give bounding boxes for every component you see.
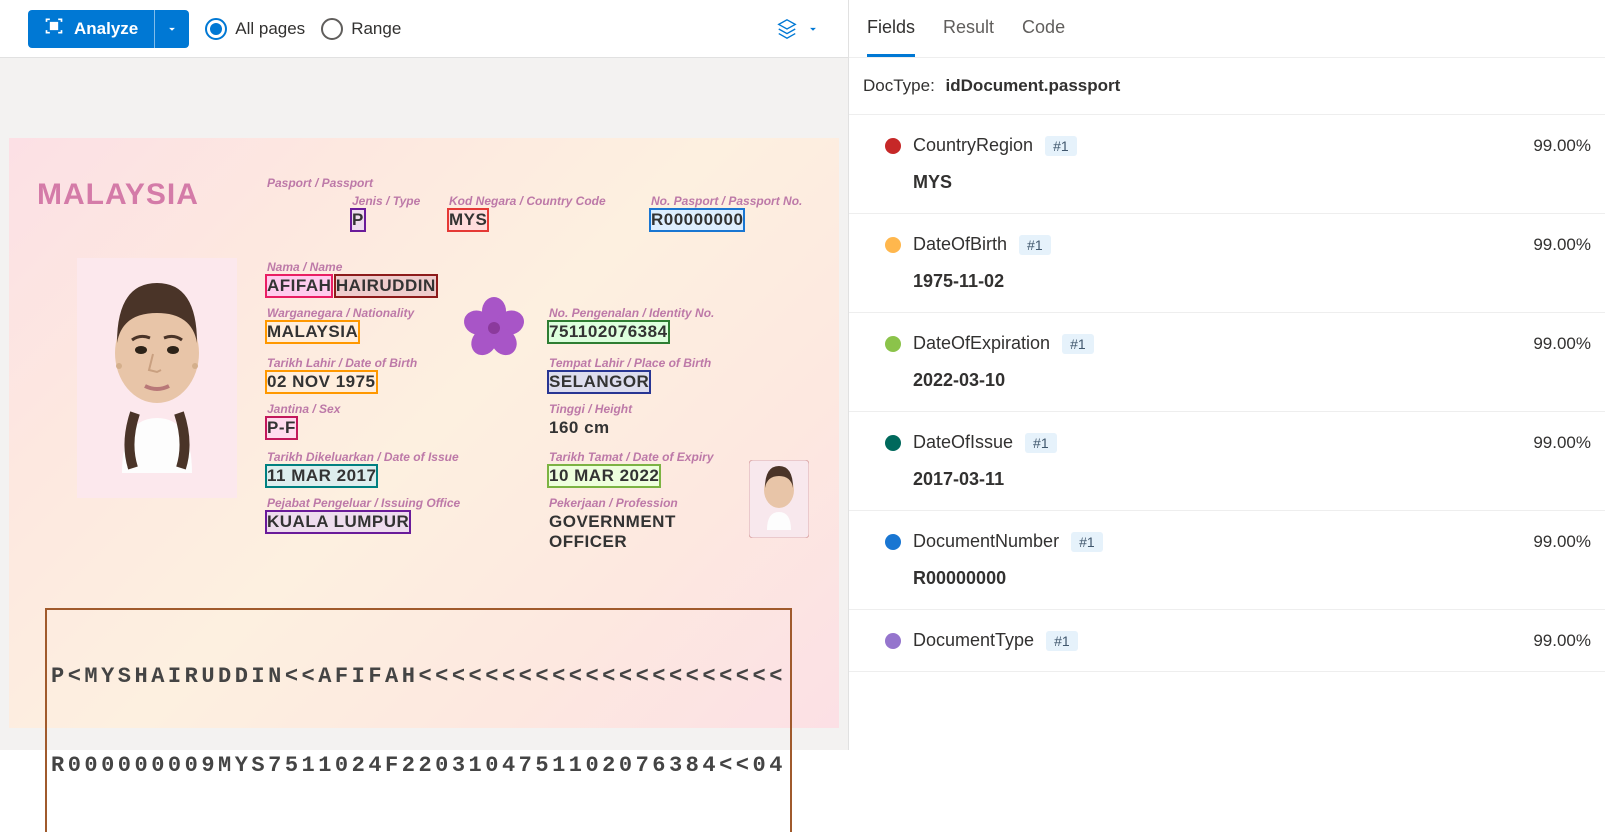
document-area[interactable]: MALAYSIA Pasport / Passport Jenis / Type… (0, 58, 848, 750)
passport-document[interactable]: MALAYSIA Pasport / Passport Jenis / Type… (9, 138, 839, 728)
tabs: Fields Result Code (849, 0, 1605, 58)
field-color-dot (885, 138, 901, 154)
ghost-photo (749, 460, 809, 538)
field-value: 2022-03-10 (913, 370, 1591, 391)
doc-type-value: idDocument.passport (946, 76, 1121, 95)
analyze-dropdown[interactable] (154, 10, 189, 48)
field-name: DocumentType (913, 630, 1034, 651)
field-color-dot (885, 237, 901, 253)
field-confidence: 99.00% (1533, 433, 1591, 453)
field-color-dot (885, 435, 901, 451)
field-name: DocumentNumber (913, 531, 1059, 552)
analyze-label: Analyze (74, 19, 138, 39)
fields-list[interactable]: CountryRegion #1 99.00% MYS DateOfBirth #1 99.… (849, 115, 1605, 750)
radio-icon (321, 18, 343, 40)
field-name: CountryRegion (913, 135, 1033, 156)
field-confidence: 99.00% (1533, 532, 1591, 552)
field-confidence: 99.00% (1533, 334, 1591, 354)
field-value: R00000000 (913, 568, 1591, 589)
layers-icon (776, 18, 798, 40)
field-badge: #1 (1025, 433, 1057, 453)
field-name: DateOfBirth (913, 234, 1007, 255)
field-item[interactable]: DateOfBirth #1 99.00% 1975-11-02 (849, 214, 1605, 313)
layers-dropdown[interactable] (776, 18, 820, 40)
hibiscus-icon (459, 293, 529, 363)
field-item[interactable]: DateOfIssue #1 99.00% 2017-03-11 (849, 412, 1605, 511)
field-color-dot (885, 633, 901, 649)
field-badge: #1 (1019, 235, 1051, 255)
field-color-dot (885, 336, 901, 352)
field-confidence: 99.00% (1533, 631, 1591, 651)
analyze-icon (44, 16, 64, 41)
document-viewer-panel: Analyze All pages Range MALAYSIA (0, 0, 849, 750)
doc-type-row: DocType: idDocument.passport (849, 58, 1605, 115)
tab-code[interactable]: Code (1022, 0, 1065, 57)
mrz-zone[interactable]: P<MYSHAIRUDDIN<<AFIFAH<<<<<<<<<<<<<<<<<<… (47, 610, 790, 832)
analyze-button[interactable]: Analyze (28, 10, 189, 48)
field-confidence: 99.00% (1533, 235, 1591, 255)
tab-fields[interactable]: Fields (867, 0, 915, 57)
radio-label-range: Range (351, 19, 401, 39)
field-value: 1975-11-02 (913, 271, 1591, 292)
radio-range[interactable]: Range (321, 18, 401, 40)
radio-label-all: All pages (235, 19, 305, 39)
doc-type-label: DocType: (863, 76, 935, 95)
radio-all-pages[interactable]: All pages (205, 18, 305, 40)
field-badge: #1 (1046, 631, 1078, 651)
field-name: DateOfIssue (913, 432, 1013, 453)
field-item[interactable]: DocumentType #1 99.00% (849, 610, 1605, 672)
passport-title: MALAYSIA (37, 178, 199, 212)
field-badge: #1 (1045, 136, 1077, 156)
field-value: 2017-03-11 (913, 469, 1591, 490)
passport-photo (77, 258, 237, 498)
field-value: MYS (913, 172, 1591, 193)
field-item[interactable]: DocumentNumber #1 99.00% R00000000 (849, 511, 1605, 610)
tab-result[interactable]: Result (943, 0, 994, 57)
chevron-down-icon (165, 22, 179, 36)
field-badge: #1 (1071, 532, 1103, 552)
field-item[interactable]: CountryRegion #1 99.00% MYS (849, 115, 1605, 214)
chevron-down-icon (806, 22, 820, 36)
results-panel: Fields Result Code DocType: idDocument.p… (849, 0, 1605, 750)
toolbar: Analyze All pages Range (0, 0, 848, 58)
field-color-dot (885, 534, 901, 550)
analyze-main[interactable]: Analyze (28, 16, 154, 41)
field-confidence: 99.00% (1533, 136, 1591, 156)
field-badge: #1 (1062, 334, 1094, 354)
radio-icon (205, 18, 227, 40)
field-name: DateOfExpiration (913, 333, 1050, 354)
field-item[interactable]: DateOfExpiration #1 99.00% 2022-03-10 (849, 313, 1605, 412)
